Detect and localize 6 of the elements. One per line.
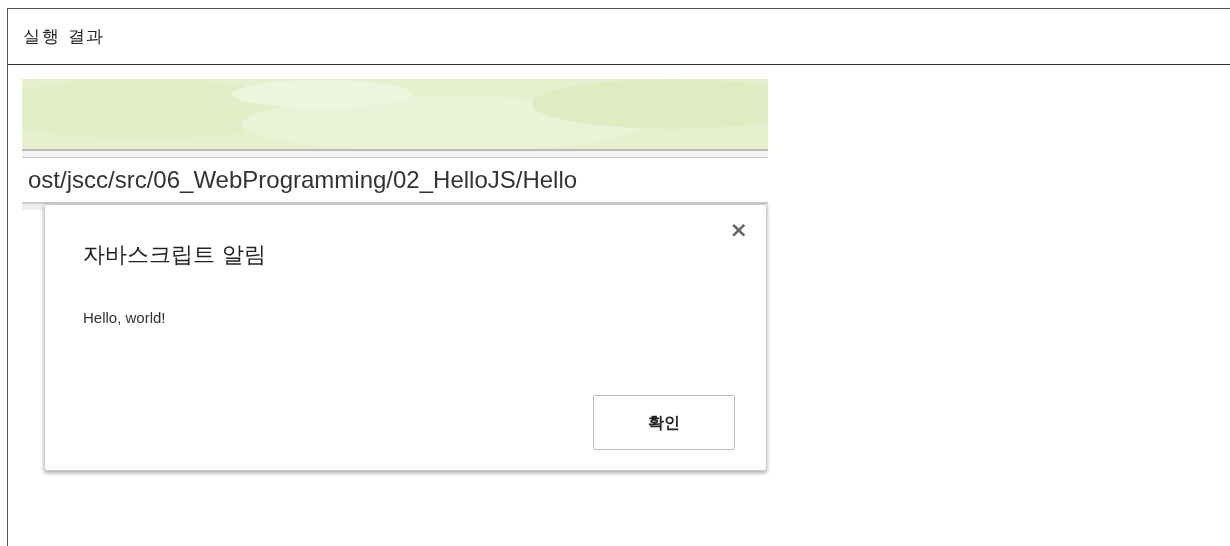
panel-title: 실행 결과: [23, 24, 105, 48]
dialog-title: 자바스크립트 알림: [83, 241, 267, 269]
close-button[interactable]: ×: [729, 219, 748, 241]
confirm-button[interactable]: 확인: [593, 395, 735, 450]
address-bar-text: ost/jscc/src/06_WebProgramming/02_HelloJS/Hello: [27, 165, 578, 195]
dialog-message: Hello, world!: [83, 308, 167, 328]
